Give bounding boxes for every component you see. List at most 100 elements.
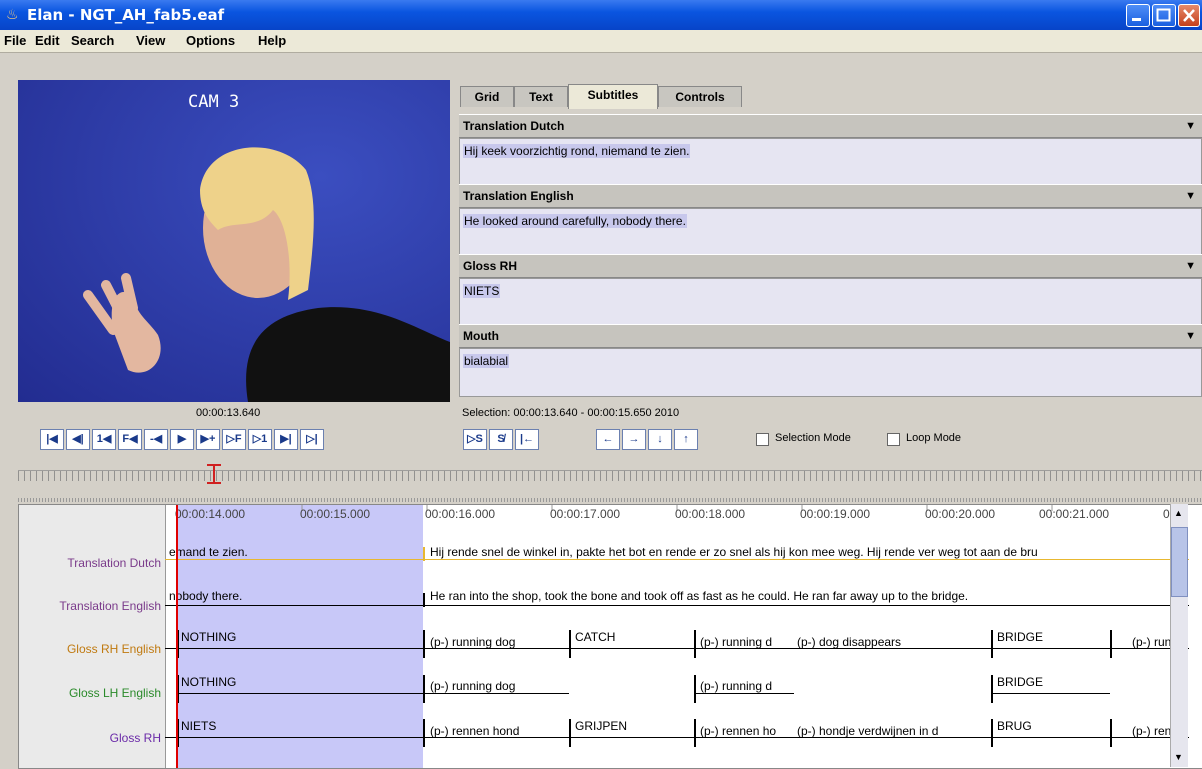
tier-name-gloss-rh[interactable]: Gloss RH	[110, 731, 161, 745]
tick-label: 00:00:20.000	[925, 507, 996, 521]
tab-subtitles[interactable]: Subtitles	[568, 84, 658, 109]
annotation-lh-en-1[interactable]: NOTHING	[181, 675, 421, 689]
tier-line	[165, 559, 1189, 560]
tier-line	[991, 693, 1110, 694]
selection-label: Selection: 00:00:13.640 - 00:00:15.650 2…	[462, 407, 680, 419]
arrow-down-button[interactable]: ↓	[648, 429, 672, 450]
subtitle-panel-mouth: Mouth ▼ bialabial	[459, 324, 1202, 397]
previous-frame-button[interactable]: ◀|	[66, 429, 90, 450]
tier-name-translation-english[interactable]: Translation English	[59, 599, 161, 613]
annotation-lh-en-3[interactable]: (p-) running d	[700, 679, 792, 693]
camera-label: CAM 3	[188, 92, 240, 112]
subtitle-text-area: NIETS	[459, 278, 1202, 327]
next-boundary-button[interactable]: ▶+	[196, 429, 220, 450]
annotation-boundary	[694, 719, 696, 747]
clear-selection-button[interactable]: S̸	[489, 429, 513, 450]
maximize-button[interactable]	[1152, 4, 1176, 27]
panel-splitter[interactable]	[18, 498, 1202, 502]
arrow-left-button[interactable]: ←	[596, 429, 620, 450]
annotation-lh-en-4[interactable]: BRIDGE	[997, 675, 1107, 689]
annotation-boundary	[991, 719, 993, 747]
arrow-right-button[interactable]: →	[622, 429, 646, 450]
annotation-rh-en-5[interactable]: (p-) dog disappears	[797, 635, 987, 649]
scrollbar-thumb[interactable]	[1171, 527, 1188, 597]
annotation-rh-en-3[interactable]: CATCH	[575, 630, 691, 644]
overview-ruler[interactable]	[18, 470, 1202, 481]
annotation-lh-en-2[interactable]: (p-) running dog	[430, 679, 566, 693]
close-button[interactable]	[1178, 4, 1200, 27]
annotation-rh-en-6[interactable]: BRIDGE	[997, 630, 1107, 644]
tier-name-gloss-lh-english[interactable]: Gloss LH English	[69, 686, 161, 700]
annotation-rh-2[interactable]: (p-) rennen hond	[430, 724, 566, 738]
arrow-up-button[interactable]: ↑	[674, 429, 698, 450]
current-time: 00:00:13.640	[196, 407, 261, 419]
menu-view[interactable]: View	[136, 33, 165, 48]
dropdown-arrow-icon[interactable]: ▼	[1185, 185, 1196, 207]
annotation-boundary	[569, 630, 571, 658]
subtitle-tier-header[interactable]: Gloss RH ▼	[459, 254, 1202, 278]
step-forward-second-button[interactable]: ▷1	[248, 429, 272, 450]
play-selection-button[interactable]: ▷S	[463, 429, 487, 450]
dropdown-arrow-icon[interactable]: ▼	[1185, 325, 1196, 347]
tab-text[interactable]: Text	[514, 86, 568, 107]
minimize-button[interactable]	[1126, 4, 1150, 27]
dropdown-arrow-icon[interactable]: ▼	[1185, 115, 1196, 137]
annotation-rh-en-2[interactable]: (p-) running dog	[430, 635, 566, 649]
annotation-rh-en-4[interactable]: (p-) running d	[700, 635, 792, 649]
annotation-boundary	[1110, 630, 1112, 658]
annotation-rh-3[interactable]: GRIJPEN	[575, 719, 691, 733]
scroll-down-icon[interactable]: ▼	[1174, 752, 1183, 762]
loop-mode-checkbox[interactable]	[887, 433, 900, 446]
menu-search[interactable]: Search	[71, 33, 114, 48]
dropdown-arrow-icon[interactable]: ▼	[1185, 255, 1196, 277]
go-to-end-button[interactable]: ▷|	[300, 429, 324, 450]
subtitle-panel-english: Translation English ▼ He looked around ca…	[459, 184, 1202, 257]
tier-name-translation-dutch[interactable]: Translation Dutch	[67, 556, 161, 570]
tab-grid[interactable]: Grid	[460, 86, 514, 107]
video-viewer[interactable]: CAM 3	[18, 80, 450, 402]
step-back-second-button[interactable]: 1◀	[92, 429, 116, 450]
scroll-up-icon[interactable]: ▲	[1174, 508, 1183, 518]
subtitle-text-area: bialabial	[459, 348, 1202, 397]
tier-line	[165, 605, 1189, 606]
annotation-boundary	[991, 630, 993, 658]
menu-file[interactable]: File	[4, 33, 26, 48]
menu-help[interactable]: Help	[258, 33, 286, 48]
step-forward-frame-button[interactable]: ▷F	[222, 429, 246, 450]
annotation-rh-5[interactable]: (p-) hondje verdwijnen in d	[797, 724, 987, 738]
subtitle-tier-header[interactable]: Translation Dutch ▼	[459, 114, 1202, 138]
go-to-begin-button[interactable]: |◀	[40, 429, 64, 450]
tick-label: 00:00:17.000	[550, 507, 621, 521]
tier-name-gloss-rh-english[interactable]: Gloss RH English	[67, 642, 161, 656]
selection-mode-checkbox[interactable]	[756, 433, 769, 446]
annotation-dutch-1[interactable]: emand te zien.	[169, 545, 421, 559]
annotation-english-1[interactable]: nobody there.	[169, 589, 421, 603]
annotation-english-2[interactable]: He ran into the shop, took the bone and …	[430, 589, 1189, 603]
selection-mode-label: Selection Mode	[775, 432, 851, 444]
step-back-frame-button[interactable]: F◀	[118, 429, 142, 450]
subtitle-tier-header[interactable]: Translation English ▼	[459, 184, 1202, 208]
previous-boundary-button[interactable]: -◀	[144, 429, 168, 450]
selection-begin-button[interactable]: |←	[515, 429, 539, 450]
subtitle-tier-header[interactable]: Mouth ▼	[459, 324, 1202, 348]
annotation-boundary	[991, 675, 993, 703]
timeline-viewer[interactable]: Translation Dutch Translation English Gl…	[18, 504, 1202, 769]
playhead-cursor[interactable]	[176, 505, 178, 768]
tab-controls[interactable]: Controls	[658, 86, 742, 107]
menu-options[interactable]: Options	[186, 33, 235, 48]
tick-label: 00:00:19.000	[800, 507, 871, 521]
annotation-rh-4[interactable]: (p-) rennen ho	[700, 724, 792, 738]
subtitle-text-area: Hij keek voorzichtig rond, niemand te zi…	[459, 138, 1202, 187]
play-button[interactable]: ▶	[170, 429, 194, 450]
subtitle-tier-name: Gloss RH	[463, 259, 518, 273]
annotation-rh-6[interactable]: BRUG	[997, 719, 1107, 733]
annotation-dutch-2[interactable]: Hij rende snel de winkel in, pakte het b…	[430, 545, 1189, 559]
tier-line	[177, 693, 423, 694]
tick-label: 00:00:18.000	[675, 507, 746, 521]
subtitle-text: Hij keek voorzichtig rond, niemand te zi…	[463, 144, 691, 158]
annotation-rh-1[interactable]: NIETS	[181, 719, 421, 733]
subtitle-tier-name: Translation Dutch	[463, 119, 565, 133]
next-frame-button[interactable]: ▶|	[274, 429, 298, 450]
annotation-rh-en-1[interactable]: NOTHING	[181, 630, 421, 644]
menu-edit[interactable]: Edit	[35, 33, 60, 48]
